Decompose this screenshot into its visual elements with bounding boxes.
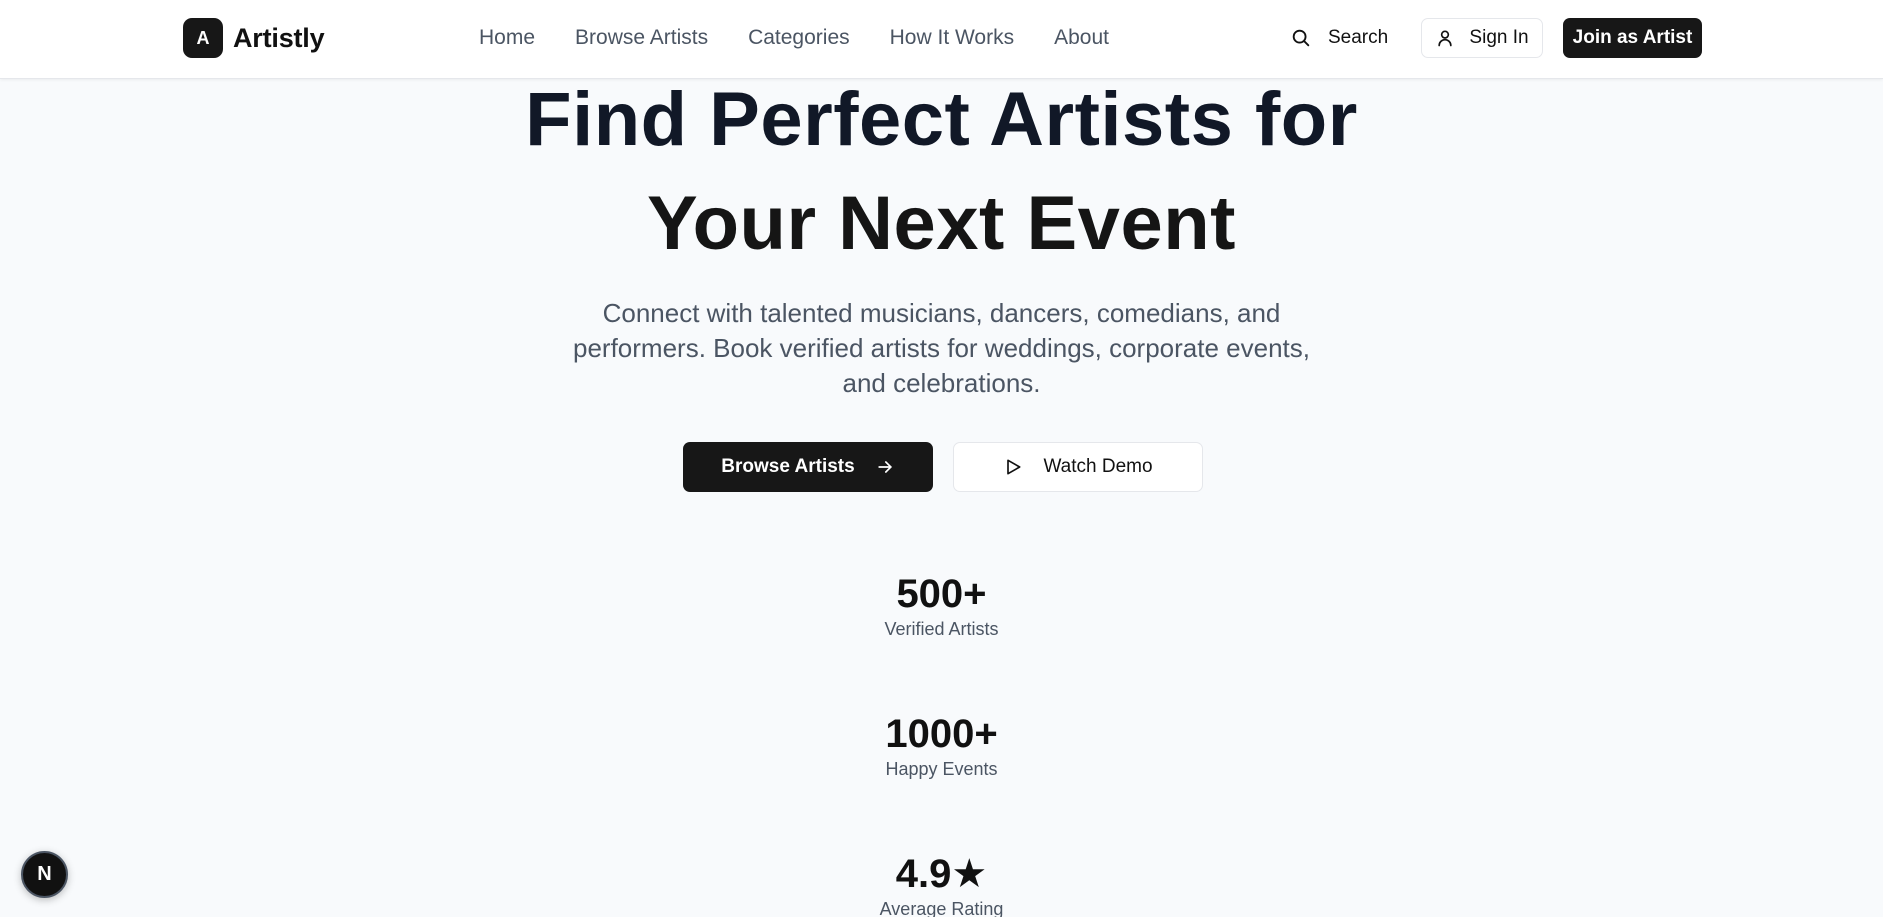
watch-demo-label: Watch Demo (1043, 456, 1153, 477)
browse-artists-label: Browse Artists (721, 456, 855, 477)
browse-artists-button[interactable]: Browse Artists (683, 442, 933, 492)
watch-demo-button[interactable]: Watch Demo (953, 442, 1203, 492)
brand-name: Artistly (233, 22, 325, 53)
nav-categories[interactable]: Categories (748, 24, 850, 52)
hero-title: Find Perfect Artists for Your Next Event (0, 68, 1883, 276)
nav-about[interactable]: About (1054, 24, 1109, 52)
nav-home[interactable]: Home (479, 24, 535, 52)
stat-label: Happy Events (885, 759, 998, 779)
sign-in-button[interactable]: Sign In (1421, 18, 1543, 58)
main-nav: Home Browse Artists Categories How It Wo… (479, 24, 1149, 52)
stat-average-rating: 4.9★ Average Rating (0, 851, 1883, 917)
stat-value: 4.9★ (895, 852, 988, 896)
dev-tools-letter: N (37, 863, 52, 885)
hero-title-line-1: Find Perfect Artists for (525, 77, 1358, 162)
stat-happy-events: 1000+ Happy Events (0, 711, 1883, 781)
stat-label: Verified Artists (884, 619, 999, 639)
brand-logo[interactable]: A Artistly (183, 18, 325, 58)
stat-verified-artists: 500+ Verified Artists (0, 571, 1883, 641)
play-icon (1007, 459, 1021, 475)
sign-in-label: Sign In (1469, 27, 1529, 48)
hero-subtitle: Connect with talented musicians, dancers… (573, 298, 1310, 398)
search-button[interactable]: Search (1290, 24, 1388, 52)
logo-mark: A (183, 18, 223, 58)
dev-tools-badge[interactable]: N (21, 851, 68, 898)
stat-label: Average Rating (879, 899, 1004, 917)
stat-value: 500+ (896, 572, 987, 616)
stat-value: 1000+ (885, 712, 998, 756)
search-icon (1292, 29, 1310, 47)
hero-title-line-2: Your Next Event (647, 181, 1236, 266)
user-icon (1438, 30, 1453, 47)
nav-browse-artists[interactable]: Browse Artists (575, 24, 708, 52)
search-label: Search (1328, 27, 1389, 48)
arrow-right-icon (878, 461, 892, 473)
join-as-artist-button[interactable]: Join as Artist (1563, 18, 1702, 58)
site-header: A Artistly Home Browse Artists Categorie… (0, 0, 1883, 79)
nav-how-it-works[interactable]: How It Works (890, 24, 1014, 52)
